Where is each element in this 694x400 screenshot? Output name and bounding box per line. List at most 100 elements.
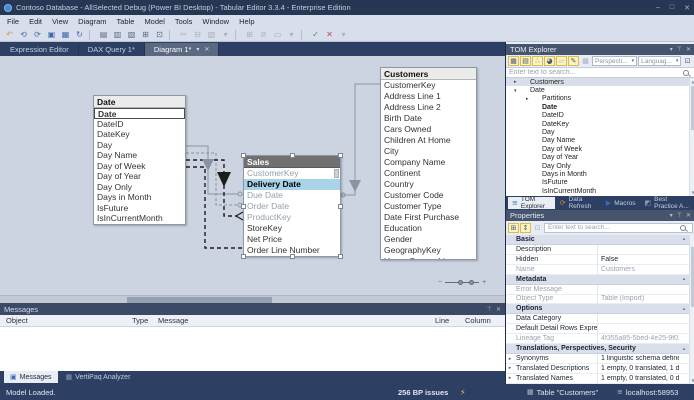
diagram-field-row[interactable]: IsFuture [94,203,185,214]
diagram-field-row[interactable]: Date [94,108,185,119]
more-menu-icon[interactable]: ▾ [285,29,298,41]
show-tables-icon[interactable]: ▦ [580,56,591,66]
relationship-line-active-2[interactable] [186,167,243,248]
tab-dax-query-1[interactable]: DAX Query 1* [79,43,145,56]
property-row[interactable]: Description [506,245,689,255]
tab-expression-editor[interactable]: Expression Editor [1,43,79,56]
refresh-icon[interactable]: ↻ [73,29,86,41]
cut-icon[interactable]: ✂ [177,29,190,41]
diagram-table-date[interactable]: Date DateDateIDDateKeyDayDay NameDay of … [93,95,186,225]
resize-handle[interactable] [241,254,246,259]
section-collapse-icon[interactable]: ▴ [679,276,689,282]
diagram-field-row[interactable]: Birth Date [381,113,476,124]
preview-data-icon[interactable]: ⊡ [153,29,166,41]
copy-icon[interactable]: ⊟ [191,29,204,41]
zoom-out-icon[interactable]: − [438,279,442,286]
resize-handle[interactable] [241,153,246,158]
diagram-field-row[interactable]: Delivery Date [244,179,340,190]
tom-explorer-icon[interactable]: ≡ TOM Explorer [508,197,555,209]
zoom-slider-thumb[interactable] [458,280,463,285]
diagram-canvas[interactable]: Date DateDateIDDateKeyDayDay NameDay of … [0,56,505,303]
diagram-field-row[interactable]: Address Line 2 [381,102,476,113]
diagram-table-sales[interactable]: Sales CustomerKeyDelivery DateDue DateOr… [243,155,341,257]
table-header-date[interactable]: Date [94,96,185,108]
paste-icon[interactable]: ▨ [205,29,218,41]
edit-mode-icon[interactable]: ✎ [568,56,579,66]
maximize-button[interactable]: □ [670,4,674,12]
tree-item[interactable]: ▸ Customers [506,78,689,86]
expand-all-icon[interactable]: ⊡ [532,223,543,233]
property-row[interactable]: ▸ Translated Names 1 empty, 0 translated… [506,374,689,384]
properties-scrollbar[interactable]: ▼ [689,235,694,384]
diagram-field-row[interactable]: City [381,146,476,157]
pane-pin-icon[interactable]: ⊤ [487,306,492,313]
diagram-field-row[interactable]: Children At Home [381,135,476,146]
column-header-column[interactable]: Column [465,316,505,325]
table-scrollbar-stub[interactable] [334,169,339,178]
save-all-icon[interactable]: ▦ [59,29,72,41]
tree-item[interactable]: DateKey [506,120,689,128]
show-columns-icon[interactable]: ▤ [520,56,531,66]
diagram-field-row[interactable]: Country [381,179,476,190]
scroll-down-icon[interactable]: ▼ [690,377,694,384]
property-row[interactable]: ▸ Synonyms 1 linguistic schema defined [506,354,689,364]
data-refresh-icon[interactable]: ⟳ Data Refresh [556,197,601,209]
discard-changes-icon[interactable]: ✕ [323,29,336,41]
tree-scrollbar[interactable]: ▲ ▼ [689,78,694,196]
language-dropdown[interactable]: Languag...▾ [638,56,681,66]
diagram-horizontal-scrollbar[interactable] [0,295,505,303]
resize-handle[interactable] [290,153,295,158]
macros-icon[interactable]: ▶ Macros [602,197,640,209]
zoom-slider[interactable] [445,282,479,283]
tree-expander-icon[interactable]: ▸ [514,79,521,85]
pane-pin-icon[interactable]: ⊤ [677,212,682,219]
property-row[interactable]: Object Type Table (Import) [506,295,689,305]
zoom-in-icon[interactable]: + [482,279,486,286]
pane-menu-icon[interactable]: ▾ [670,212,673,219]
tree-expander-icon[interactable]: ▾ [514,88,521,94]
resize-handle[interactable] [241,204,246,209]
save-icon[interactable]: ▣ [45,29,58,41]
diagram-field-row[interactable]: Day [94,140,185,151]
show-measures-icon[interactable]: ▦ [508,56,519,66]
sep[interactable] [169,30,174,40]
diagram-field-row[interactable]: Days in Month [94,192,185,203]
diagram-field-row[interactable]: Company Name [381,157,476,168]
menu-item[interactable]: Window [197,15,234,28]
menu-item[interactable]: View [47,15,73,28]
show-hierarchies-icon[interactable]: ∴ [532,56,543,66]
show-partitions-icon[interactable]: ◕ [544,56,555,66]
diagram-field-row[interactable]: StoreKey [244,223,340,234]
tab-close-icon[interactable]: ✕ [204,46,209,53]
new-diagram-icon[interactable]: ▧ [125,29,138,41]
section-collapse-icon[interactable]: ▴ [679,306,689,312]
property-row[interactable]: Hidden False [506,255,689,265]
property-expander-icon[interactable]: ▸ [506,365,514,371]
best-practice-analyzer-icon[interactable]: ◩ Best Practice A... [641,197,694,209]
diagram-field-row[interactable]: Day Name [94,150,185,161]
relationship-line-sales-customers[interactable] [341,84,380,195]
diagram-field-row[interactable]: Day of Week [94,161,185,172]
vertipaq-icon[interactable]: ▦ VertiPaq Analyzer [60,371,137,383]
nav-forward-icon[interactable]: ⟳ [31,29,44,41]
column-header-type[interactable]: Type [132,316,158,325]
diagram-field-row[interactable]: Gender [381,234,476,245]
diagram-field-row[interactable]: CustomerKey [244,168,340,179]
diagram-field-row[interactable]: ProductKey [244,212,340,223]
diagram-field-row[interactable]: GeographyKey [381,245,476,256]
format-dax-icon[interactable]: ▭ [271,29,284,41]
menu-item[interactable]: File [2,15,24,28]
filter-icon[interactable]: ⊡ [682,56,693,66]
menu-item[interactable]: Table [112,15,140,28]
menu-item[interactable]: Model [139,15,169,28]
diagram-field-row[interactable]: Due Date [244,190,340,201]
resize-handle[interactable] [338,153,343,158]
add-table-icon[interactable]: ⊞ [139,29,152,41]
tree-item[interactable]: Day Only [506,162,689,170]
diagram-field-row[interactable]: DateID [94,119,185,130]
close-button[interactable]: ✕ [684,4,690,12]
messages-panel-header[interactable]: Messages ⊤ ✕ [0,303,505,315]
sort-az-icon[interactable]: ↕ [520,223,531,233]
section-collapse-icon[interactable]: ▴ [679,236,689,242]
tree-expander-icon[interactable]: ▸ [526,96,533,102]
